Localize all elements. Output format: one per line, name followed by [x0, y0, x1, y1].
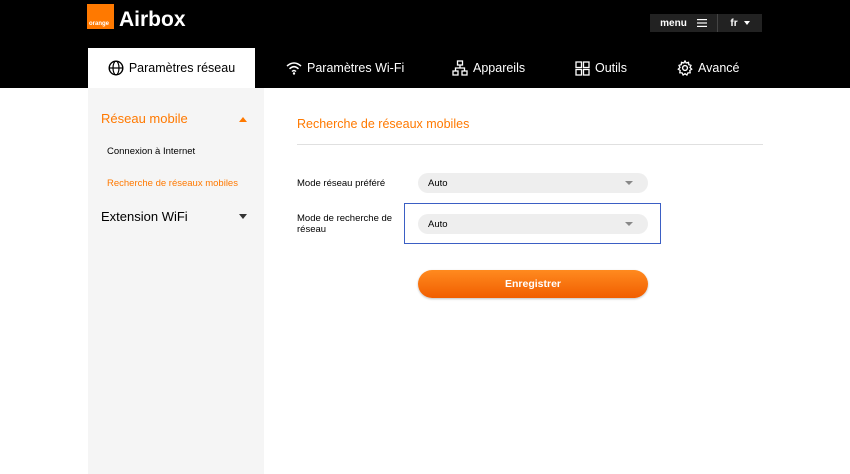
tab-label: Avancé: [698, 61, 740, 75]
language-select[interactable]: fr: [718, 14, 762, 32]
brand-title: Airbox: [119, 8, 186, 31]
preferred-mode-label: Mode réseau préféré: [297, 178, 386, 189]
chevron-up-icon: [239, 117, 247, 122]
tab-label: Outils: [595, 61, 627, 75]
tab-parametres-reseau[interactable]: Paramètres réseau: [88, 48, 255, 88]
sidebar-section-reseau-mobile[interactable]: Réseau mobile: [101, 111, 188, 126]
globe-icon: [108, 60, 124, 76]
hamburger-icon: [696, 19, 707, 27]
search-mode-label: Mode de recherche de réseau: [297, 213, 393, 235]
caret-down-icon: [743, 21, 750, 25]
tab-label: Appareils: [473, 61, 526, 75]
sidebar-section-extension-wifi[interactable]: Extension WiFi: [101, 209, 188, 224]
search-mode-select[interactable]: Auto: [418, 214, 648, 234]
caret-down-icon: [625, 181, 633, 185]
language-label: fr: [730, 17, 738, 29]
title-divider: [297, 144, 763, 145]
header-controls: menu fr: [650, 14, 762, 32]
page-title: Recherche de réseaux mobiles: [297, 117, 470, 131]
network-icon: [452, 60, 468, 76]
sidebar-section-label: Réseau mobile: [101, 111, 188, 126]
sidebar-item-recherche-reseaux[interactable]: Recherche de réseaux mobiles: [107, 178, 238, 189]
menu-label: menu: [660, 17, 687, 29]
chevron-down-icon: [239, 214, 247, 219]
menu-button[interactable]: menu: [650, 14, 718, 32]
select-value: Auto: [428, 218, 448, 230]
gear-icon: [677, 60, 693, 76]
orange-logo[interactable]: orange: [87, 4, 114, 29]
apps-icon: [575, 60, 590, 76]
logo-text: orange: [89, 21, 110, 27]
tab-appareils[interactable]: Appareils: [452, 48, 525, 88]
select-value: Auto: [428, 177, 448, 189]
wifi-icon: [286, 62, 302, 75]
preferred-mode-select[interactable]: Auto: [418, 173, 648, 193]
tab-avance[interactable]: Avancé: [677, 48, 739, 88]
sidebar-section-label: Extension WiFi: [101, 209, 188, 224]
save-button[interactable]: Enregistrer: [418, 270, 648, 298]
tab-outils[interactable]: Outils: [575, 48, 627, 88]
tab-label: Paramètres réseau: [128, 61, 236, 75]
sidebar-item-connexion-internet[interactable]: Connexion à Internet: [107, 146, 195, 157]
main-nav: Paramètres réseau Paramètres Wi-Fi Appar…: [0, 48, 850, 88]
caret-down-icon: [625, 222, 633, 226]
sidebar: Réseau mobile Connexion à Internet Reche…: [88, 88, 264, 474]
tab-parametres-wifi[interactable]: Paramètres Wi-Fi: [286, 48, 404, 88]
tab-label: Paramètres Wi-Fi: [307, 61, 405, 75]
top-bar: orange Airbox menu fr: [0, 0, 850, 48]
